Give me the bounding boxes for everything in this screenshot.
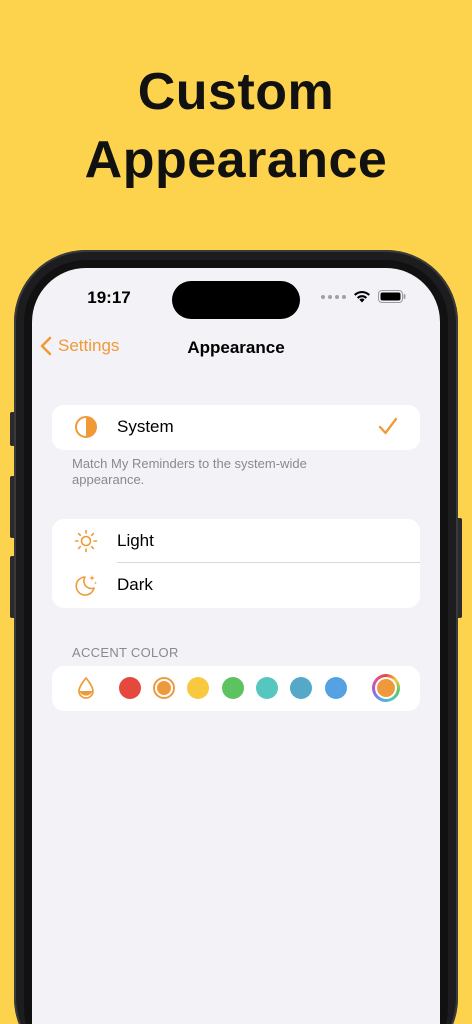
cellular-signal-icon xyxy=(321,294,346,299)
accent-swatch[interactable] xyxy=(187,677,209,699)
theme-option-label: Light xyxy=(117,531,154,550)
status-icons xyxy=(321,290,406,303)
accent-swatch[interactable] xyxy=(325,677,347,699)
page-title: Appearance xyxy=(187,338,285,357)
accent-swatch[interactable] xyxy=(290,677,312,699)
theme-option-label: System xyxy=(117,417,174,436)
half-circle-icon xyxy=(75,416,97,438)
accent-color-card xyxy=(52,666,420,711)
battery-icon xyxy=(378,290,406,303)
promo-headline: Custom Appearance xyxy=(0,58,472,194)
checkmark-icon xyxy=(378,417,398,435)
status-time: 19:17 xyxy=(87,288,131,307)
accent-swatch-row xyxy=(52,666,420,710)
theme-option-system[interactable]: System xyxy=(52,405,420,449)
drop-icon xyxy=(78,676,94,699)
accent-swatch[interactable] xyxy=(222,677,244,699)
system-appearance-note: Match My Reminders to the system-wide ap… xyxy=(72,456,307,487)
headline-line-1: Custom xyxy=(137,63,335,121)
accent-swatch[interactable] xyxy=(256,677,278,699)
phone-screen: 19:17 Settings Appearance System Match M… xyxy=(32,268,440,1024)
accent-swatch[interactable] xyxy=(153,677,175,699)
theme-option-dark[interactable]: Dark xyxy=(52,563,420,607)
accent-swatch[interactable] xyxy=(119,677,141,699)
selected-swatch-fill xyxy=(157,681,171,695)
accent-color-header: ACCENT COLOR xyxy=(72,645,179,660)
light-dark-card: Light Dark xyxy=(52,519,420,608)
moon-icon xyxy=(75,575,97,596)
system-appearance-card: System xyxy=(52,405,420,450)
theme-option-light[interactable]: Light xyxy=(52,519,420,563)
headline-line-2: Appearance xyxy=(84,131,388,189)
custom-color-button[interactable] xyxy=(372,674,400,702)
theme-option-label: Dark xyxy=(117,575,153,594)
navigation-bar: Settings Appearance xyxy=(32,334,440,364)
sun-icon xyxy=(74,529,98,553)
dynamic-island xyxy=(172,281,300,319)
wifi-icon xyxy=(354,290,370,303)
